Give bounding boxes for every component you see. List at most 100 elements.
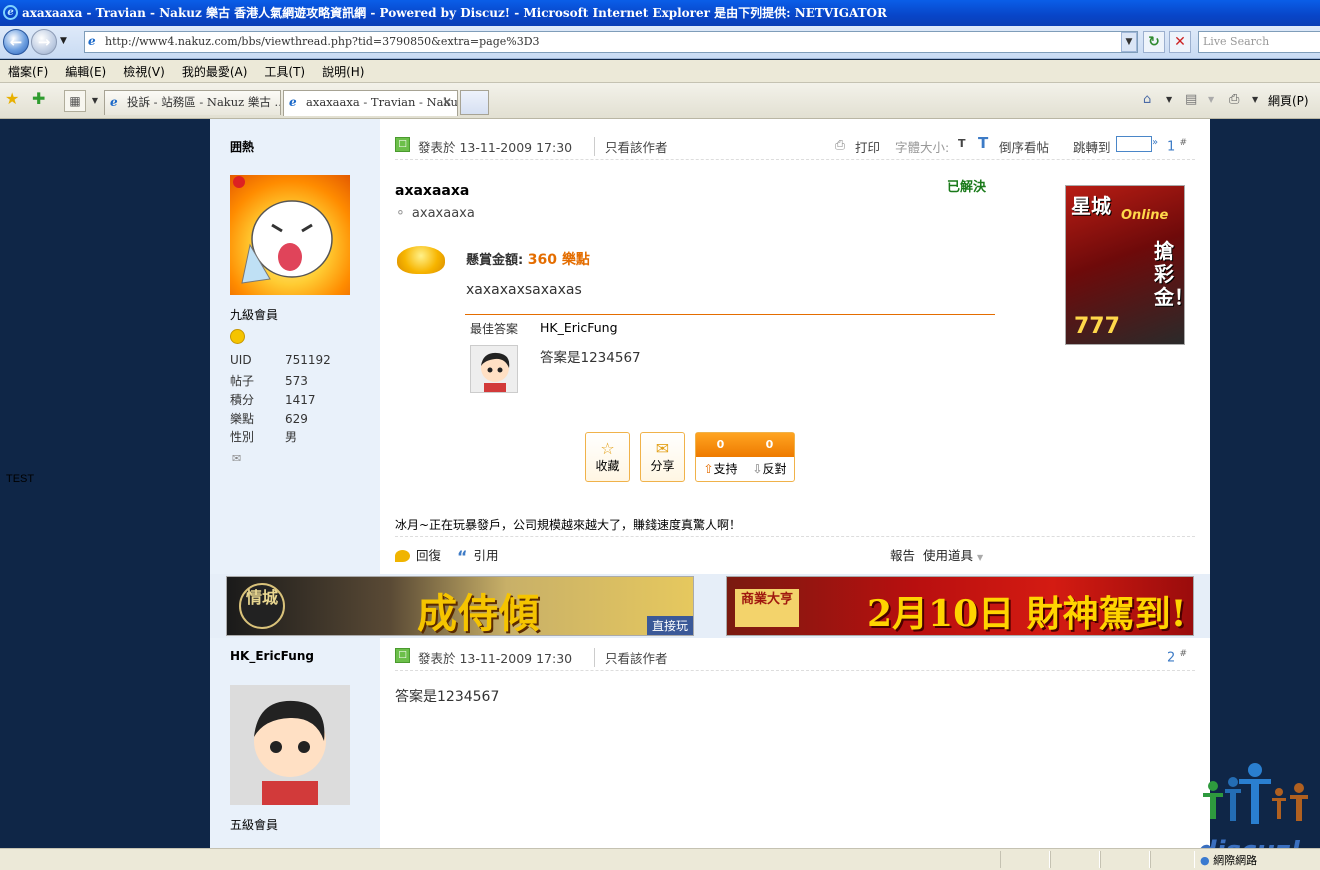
bounty-line: 懸賞金額: 360 樂點 [466,252,590,268]
page-menu-button[interactable]: 網頁(P) [1268,92,1309,109]
status-cell [1050,851,1100,868]
side-advertisement[interactable]: 星城 Online 搶彩金！ 777 [1065,185,1185,345]
stat-row: 性別男 [230,430,298,444]
best-answer-user[interactable]: HK_EricFung [540,320,618,335]
post2-author-panel: HK_EricFung 五級會員 [210,638,380,848]
add-favorite-icon[interactable]: ✚ [32,90,45,108]
post1-avatar[interactable] [230,175,350,295]
new-tab-button[interactable] [460,90,489,115]
star-icon: ☆ [600,439,615,458]
internet-zone-label: ● 網際網路 [1200,854,1258,867]
post2-floor[interactable]: 2 # [1167,649,1187,665]
menu-view[interactable]: 檢視(V) [123,63,165,80]
support-button[interactable]: ⇧支持 [703,457,737,481]
feeds-dropdown-icon[interactable]: ▼ [1208,95,1214,104]
quote-icon: “ [457,547,468,566]
url-input[interactable]: e http://www4.nakuz.com/bbs/viewthread.p… [84,31,1138,53]
menu-tools[interactable]: 工具(T) [264,63,305,80]
search-input[interactable]: Live Search [1198,31,1320,53]
use-tools-link[interactable]: 使用道具 ▼ [923,545,983,564]
tab-complaints[interactable]: e 投訴 - 站務區 - Nakuz 樂古 ... [104,90,281,115]
stop-button[interactable]: ✕ [1169,31,1191,53]
post1-author-name[interactable]: 囲熱 [230,138,254,155]
favorite-button[interactable]: ☆ 收藏 [585,432,630,482]
arrow-down-icon: ⇩ [752,462,763,476]
jump-to-label: 跳轉到 [1073,140,1111,155]
jump-floor-input[interactable] [1116,136,1152,152]
font-small-button[interactable]: T [958,137,966,150]
post2-body: 答案是1234567 [395,689,500,705]
window-title-bar: e axaxaaxa - Travian - Nakuz 樂古 香港人氣網遊攻略… [0,0,1320,26]
refresh-button[interactable]: ↻ [1143,31,1165,53]
post2-date: 發表於 13-11-2009 17:30 [418,651,573,666]
tab-list-dropdown-icon[interactable]: ▼ [88,90,102,112]
bounty-amount: 360 樂點 [527,252,590,268]
jump-go-icon[interactable]: » [1152,137,1158,148]
people-logo-icon [1203,763,1308,824]
author-only-link[interactable]: 只看該作者 [594,648,668,667]
post1-body: xaxaxaxsaxaxas [466,282,582,298]
font-size-label: 字體大小: [895,140,950,155]
feeds-icon[interactable]: ▤ [1185,92,1197,107]
forward-button[interactable]: → [31,29,57,55]
print-icon[interactable]: ⎙ [1229,92,1239,107]
banner-ad-left[interactable]: 情城 成侍傾 直接玩 [226,576,694,636]
side-test-label: TEST [6,473,35,485]
print-dropdown-icon[interactable]: ▼ [1252,95,1258,104]
menu-help[interactable]: 說明(H) [322,63,364,80]
url-dropdown-icon[interactable]: ▼ [1121,32,1137,52]
smiley-medal-icon [230,329,245,344]
status-cell [1000,851,1050,868]
vote-box: 0 0 ⇧支持 ⇩反對 [695,432,795,482]
menu-favorites[interactable]: 我的最愛(A) [182,63,248,80]
support-count: 0 [716,438,725,451]
post2-header: □ 發表於 13-11-2009 17:30 只看該作者 2 # [395,641,1195,671]
ie-logo-icon: e [3,5,18,20]
post1-floor[interactable]: 1 # [1167,138,1187,154]
page-icon: e [110,95,118,109]
home-icon[interactable]: ⌂ [1143,92,1151,107]
favorites-star-icon[interactable]: ★ [5,90,19,108]
quick-tabs-icon[interactable]: ▦ [64,90,86,112]
post-icon: □ [395,648,410,663]
best-answer-avatar[interactable] [470,345,518,393]
history-dropdown-icon[interactable]: ▼ [60,36,67,46]
page-icon: e [88,34,96,48]
back-button[interactable]: ← [3,29,29,55]
menu-bar: 檔案(F) 編輯(E) 檢視(V) 我的最愛(A) 工具(T) 說明(H) [0,60,1320,83]
stat-row: UID 751192 [230,353,331,367]
post1-author-panel: 囲熱 九級會員 UID 751192 帖子 573 積分 1417 樂點 629 性別男… [210,119,380,574]
post1-signature: 冰月~正在玩暴發戶，公司規模越來越大了，賺錢速度真驚人啊！ [395,518,742,532]
report-link[interactable]: 報告 [890,545,915,564]
menu-edit[interactable]: 編輯(E) [65,63,106,80]
quote-link[interactable]: “引用 [457,545,499,566]
status-cell [1100,851,1150,868]
font-large-button[interactable]: T [978,134,988,152]
close-tab-icon[interactable]: ✕ [442,91,452,113]
author-only-link[interactable]: 只看該作者 [594,137,668,156]
post2-author-name[interactable]: HK_EricFung [230,649,314,663]
oppose-button[interactable]: ⇩反對 [752,457,786,481]
tab-current-thread[interactable]: e axaxaaxa - Travian - Naku... ✕ [283,90,458,116]
best-answer-text: 答案是1234567 [540,350,641,366]
best-answer-divider [465,314,995,315]
menu-file[interactable]: 檔案(F) [8,63,48,80]
message-icon[interactable]: ✉ [232,452,241,465]
stat-row: 樂點 629 [230,412,308,426]
home-dropdown-icon[interactable]: ▼ [1166,95,1172,104]
reply-link[interactable]: 回復 [395,545,441,564]
oppose-count: 0 [765,438,774,451]
post2-avatar[interactable] [230,685,350,805]
print-link[interactable]: 打印 [855,137,880,156]
status-bar: ● 網際網路 [0,848,1320,870]
best-answer-label: 最佳答案 [470,322,519,336]
tag-icon: ⚬ [395,206,406,221]
banner-ad-right[interactable]: 商業大亨 2月10日 財神駕到! [726,576,1194,636]
print-icon[interactable]: ⎙ [835,137,845,153]
address-toolbar: ← → ▼ e http://www4.nakuz.com/bbs/viewth… [0,26,1320,59]
post1-footer: 回復 “引用 報告 使用道具 ▼ [395,536,1195,572]
reverse-order-link[interactable]: 倒序看帖 [999,137,1049,156]
post1-author-rank: 九級會員 [230,308,279,322]
share-button[interactable]: ✉ 分享 [640,432,685,482]
banner-strip: 情城 成侍傾 直接玩 商業大亨 2月10日 財神駕到! [210,574,1210,638]
